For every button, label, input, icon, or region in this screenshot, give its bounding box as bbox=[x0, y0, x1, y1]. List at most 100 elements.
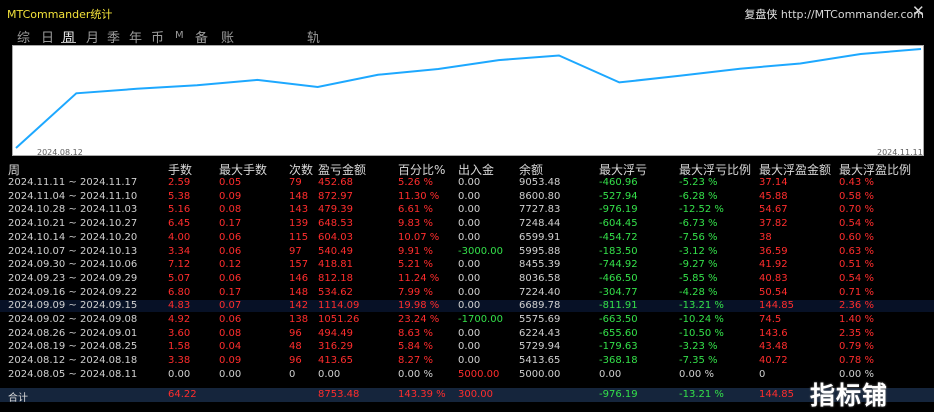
cell-lots: 2.59 bbox=[168, 177, 191, 188]
cell-max-lots: 0.06 bbox=[219, 272, 242, 284]
table-row[interactable]: 2024.08.12 ~ 2024.08.18 3.38 0.09 96 413.65 8… bbox=[0, 355, 934, 367]
tab-month[interactable]: 月 bbox=[86, 27, 99, 46]
tab-day[interactable]: 日 bbox=[41, 27, 54, 46]
cell-cash: 0.00 bbox=[458, 259, 481, 271]
cell-week: 2024.09.16 ~ 2024.09.22 bbox=[8, 286, 138, 298]
table-row[interactable]: 2024.10.28 ~ 2024.11.03 5.16 0.08 143 479.39… bbox=[0, 204, 934, 216]
cell-max-float-loss: -368.18 bbox=[599, 355, 638, 367]
cell-max-float-profit: 45.88 bbox=[759, 190, 788, 202]
cell-count: 148 bbox=[289, 190, 309, 202]
table-header: 周 手数 最大手数 次数 盈亏金额 百分比% 出入金 余额 最大浮亏 最大浮亏比… bbox=[0, 161, 934, 177]
cell-max-float-profit-pct: 2.35 % bbox=[839, 327, 874, 339]
equity-chart-svg bbox=[15, 48, 922, 149]
table-row[interactable]: 2024.09.16 ~ 2024.09.22 6.80 0.17 148 534.62… bbox=[0, 287, 934, 299]
tab-m[interactable]: M bbox=[175, 30, 184, 41]
table-row[interactable]: 2024.10.21 ~ 2024.10.27 6.45 0.17 139 648.53… bbox=[0, 218, 934, 230]
cell-lots: 0.00 bbox=[168, 368, 191, 380]
cell-max-float-loss-pct: -6.28 % bbox=[679, 190, 718, 202]
cell-max-float-loss-pct: -3.23 % bbox=[679, 341, 718, 353]
cell-max-float-loss: -183.50 bbox=[599, 245, 638, 257]
table-row[interactable]: 2024.09.30 ~ 2024.10.06 7.12 0.12 157 418.81… bbox=[0, 259, 934, 271]
cell-max-float-profit-pct: 0.54 % bbox=[839, 218, 874, 230]
tab-note[interactable]: 备 bbox=[195, 27, 208, 46]
cell-week: 2024.09.09 ~ 2024.09.15 bbox=[8, 300, 138, 312]
cell-pct: 9.91 % bbox=[398, 245, 433, 257]
cell-week: 2024.10.28 ~ 2024.11.03 bbox=[8, 204, 138, 216]
cell-pct: 6.61 % bbox=[398, 204, 433, 216]
cell-balance: 5000.00 bbox=[519, 368, 561, 380]
close-button[interactable]: ✕ bbox=[912, 2, 925, 20]
cell-balance: 9053.48 bbox=[519, 177, 561, 188]
cell-max-float-loss-pct: -10.24 % bbox=[679, 314, 724, 325]
table-row[interactable]: 2024.08.26 ~ 2024.09.01 3.60 0.08 96 494.49 8… bbox=[0, 328, 934, 340]
cell-max-lots: 0.12 bbox=[219, 259, 242, 271]
cell-max-float-profit-pct: 0.79 % bbox=[839, 341, 874, 353]
cell-max-lots: 0.06 bbox=[219, 314, 242, 325]
cell-pnl: 1051.26 bbox=[318, 314, 360, 325]
cell-cash: 0.00 bbox=[458, 272, 481, 284]
cell-max-lots: 0.05 bbox=[219, 177, 242, 188]
cell-max-float-profit-pct: 1.40 % bbox=[839, 314, 874, 325]
cell-pct: 11.30 % bbox=[398, 190, 440, 202]
cell-count: 96 bbox=[289, 327, 302, 339]
cell-count: 143 bbox=[289, 204, 309, 216]
col-pct: 百分比% bbox=[398, 163, 446, 177]
cell-balance: 5995.88 bbox=[519, 245, 561, 257]
col-max-float-loss: 最大浮亏 bbox=[599, 163, 648, 177]
table-row[interactable]: 2024.11.04 ~ 2024.11.10 5.38 0.09 148 872.97… bbox=[0, 191, 934, 203]
brand-name: 复盘侠 bbox=[744, 8, 778, 21]
tab-week[interactable]: 周 bbox=[62, 27, 75, 46]
cell-cash: 0.00 bbox=[458, 190, 481, 202]
cell-max-lots: 0.17 bbox=[219, 286, 242, 298]
brand-site[interactable]: http://MTCommander.com bbox=[781, 8, 924, 21]
cell-max-float-loss: -179.63 bbox=[599, 341, 638, 353]
equity-chart bbox=[12, 45, 924, 156]
cell-count: 96 bbox=[289, 355, 302, 367]
total-max-float-profit: 144.85 bbox=[759, 389, 794, 400]
cell-max-float-profit: 0 bbox=[759, 368, 766, 380]
col-week: 周 bbox=[8, 163, 21, 177]
cell-max-lots: 0.09 bbox=[219, 190, 242, 202]
watermark: 指标铺 bbox=[810, 381, 889, 410]
tab-quarter[interactable]: 季 bbox=[107, 27, 120, 46]
cell-lots: 6.45 bbox=[168, 218, 191, 230]
col-balance: 余额 bbox=[519, 163, 544, 177]
col-count: 次数 bbox=[289, 163, 314, 177]
cell-week: 2024.10.14 ~ 2024.10.20 bbox=[8, 231, 138, 243]
cell-week: 2024.10.21 ~ 2024.10.27 bbox=[8, 218, 138, 230]
tab-symbol[interactable]: 币 bbox=[151, 27, 164, 46]
table-row[interactable]: 2024.10.14 ~ 2024.10.20 4.00 0.06 115 604.03… bbox=[0, 232, 934, 244]
cell-max-float-loss-pct: -5.85 % bbox=[679, 272, 718, 284]
cell-pnl: 604.03 bbox=[318, 231, 353, 243]
cell-count: 115 bbox=[289, 231, 309, 243]
cell-cash: 0.00 bbox=[458, 177, 481, 188]
cell-max-float-profit: 143.6 bbox=[759, 327, 788, 339]
col-max-float-profit-pct: 最大浮盈比例 bbox=[839, 163, 912, 177]
table-row[interactable]: 2024.11.11 ~ 2024.11.17 2.59 0.05 79 452.68 5… bbox=[0, 177, 934, 189]
table-row[interactable]: 2024.09.23 ~ 2024.09.29 5.07 0.06 146 812.18… bbox=[0, 273, 934, 285]
tab-summary[interactable]: 综 bbox=[17, 27, 30, 46]
cell-count: 0 bbox=[289, 368, 296, 380]
cell-max-lots: 0.06 bbox=[219, 245, 242, 257]
cell-pnl: 452.68 bbox=[318, 177, 353, 188]
table-row[interactable]: 2024.08.19 ~ 2024.08.25 1.58 0.04 48 316.29 5… bbox=[0, 341, 934, 353]
cell-lots: 5.07 bbox=[168, 272, 191, 284]
cell-max-float-loss: -460.96 bbox=[599, 177, 638, 188]
cell-max-lots: 0.00 bbox=[219, 368, 242, 380]
table-row[interactable]: 2024.10.07 ~ 2024.10.13 3.34 0.06 97 540.49 9… bbox=[0, 246, 934, 258]
cell-max-float-profit-pct: 0.63 % bbox=[839, 245, 874, 257]
cell-pct: 5.84 % bbox=[398, 341, 433, 353]
brand-link[interactable]: 复盘侠 http://MTCommander.com bbox=[744, 6, 924, 22]
cell-max-float-loss-pct: -10.50 % bbox=[679, 327, 724, 339]
cell-max-lots: 0.08 bbox=[219, 204, 242, 216]
cell-lots: 5.16 bbox=[168, 204, 191, 216]
cell-count: 148 bbox=[289, 286, 309, 298]
total-label: 合计 bbox=[8, 393, 28, 404]
table-row[interactable]: 2024.09.09 ~ 2024.09.15 4.83 0.07 142 1114.0… bbox=[0, 300, 934, 313]
table-row[interactable]: 2024.08.05 ~ 2024.08.11 0.00 0.00 0 0.00 0.00… bbox=[0, 369, 934, 381]
col-lots: 手数 bbox=[168, 163, 193, 177]
tab-year[interactable]: 年 bbox=[129, 27, 142, 46]
cell-max-float-loss-pct: -6.73 % bbox=[679, 218, 718, 230]
cell-pnl: 494.49 bbox=[318, 327, 353, 339]
table-row[interactable]: 2024.09.02 ~ 2024.09.08 4.92 0.06 138 1051.2… bbox=[0, 314, 934, 326]
